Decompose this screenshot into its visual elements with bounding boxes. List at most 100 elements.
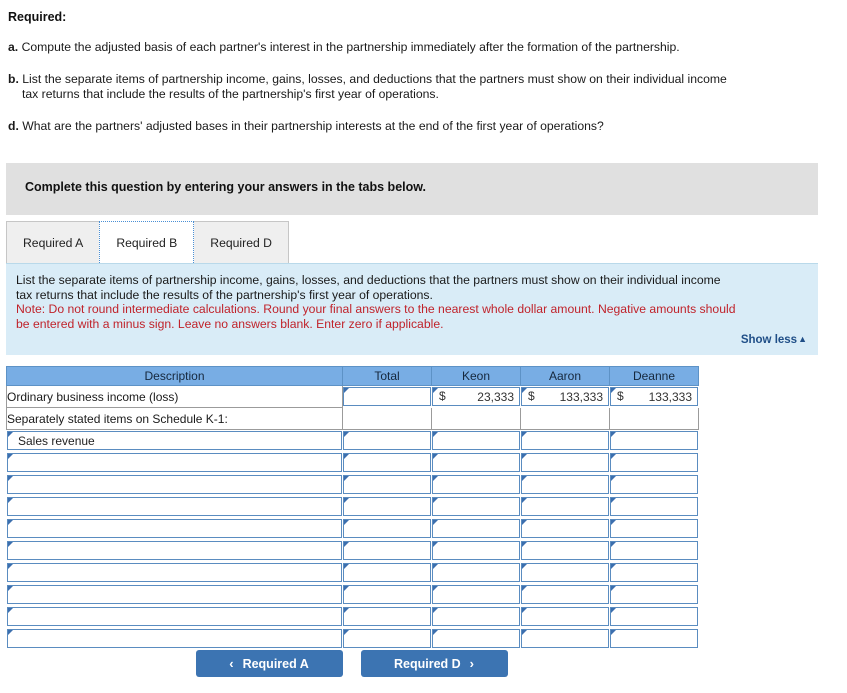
amount-input-total[interactable]: [343, 475, 431, 494]
row-description-input-cell[interactable]: [6, 627, 343, 650]
amount-cell-keon[interactable]: [431, 517, 521, 540]
description-input[interactable]: [7, 453, 342, 472]
amount-cell-keon[interactable]: [431, 429, 521, 452]
amount-cell-total[interactable]: [342, 583, 432, 606]
amount-input-aaron[interactable]: [521, 541, 609, 560]
amount-input-keon[interactable]: [432, 475, 520, 494]
row-description-input-cell[interactable]: [6, 583, 343, 606]
amount-input-aaron[interactable]: [521, 607, 609, 626]
amount-input-keon[interactable]: [432, 541, 520, 560]
description-input[interactable]: [7, 541, 342, 560]
amount-cell-deanne[interactable]: [609, 539, 699, 562]
amount-cell-total[interactable]: [342, 517, 432, 540]
row-description-input-cell[interactable]: [6, 495, 343, 518]
amount-cell-total[interactable]: [342, 561, 432, 584]
amount-cell-total[interactable]: [342, 473, 432, 496]
amount-cell-aaron[interactable]: [520, 561, 610, 584]
amount-input-aaron[interactable]: [521, 431, 609, 450]
row-description-input-cell[interactable]: [6, 451, 343, 474]
amount-input-keon[interactable]: [432, 563, 520, 582]
amount-input-aaron[interactable]: [521, 453, 609, 472]
amount-cell-keon[interactable]: [431, 473, 521, 496]
description-input[interactable]: [7, 607, 342, 626]
amount-cell-total[interactable]: [342, 539, 432, 562]
amount-input-keon[interactable]: $23,333: [432, 387, 520, 406]
amount-input-keon[interactable]: [432, 629, 520, 648]
amount-input-total[interactable]: [343, 541, 431, 560]
row-description-input-cell[interactable]: Sales revenue: [6, 429, 343, 452]
amount-cell-aaron[interactable]: [520, 517, 610, 540]
amount-cell-deanne[interactable]: $133,333: [609, 385, 699, 408]
row-description-input-cell[interactable]: [6, 605, 343, 628]
description-input[interactable]: [7, 497, 342, 516]
amount-cell-keon[interactable]: [431, 539, 521, 562]
amount-input-deanne[interactable]: [610, 519, 698, 538]
row-description-input-cell[interactable]: [6, 561, 343, 584]
amount-cell-keon[interactable]: [431, 605, 521, 628]
amount-input-aaron[interactable]: [521, 475, 609, 494]
amount-input-deanne[interactable]: $133,333: [610, 387, 698, 406]
amount-input-total[interactable]: [343, 607, 431, 626]
amount-cell-aaron[interactable]: $133,333: [520, 385, 610, 408]
amount-cell-aaron[interactable]: [520, 627, 610, 650]
amount-input-aaron[interactable]: [521, 629, 609, 648]
amount-cell-keon[interactable]: $23,333: [431, 385, 521, 408]
amount-cell-total[interactable]: [342, 627, 432, 650]
amount-input-deanne[interactable]: [610, 453, 698, 472]
amount-input-deanne[interactable]: [610, 431, 698, 450]
amount-cell-deanne[interactable]: [609, 495, 699, 518]
tab-required-d[interactable]: Required D: [193, 221, 289, 263]
tab-required-b[interactable]: Required B: [99, 221, 195, 263]
description-input[interactable]: [7, 563, 342, 582]
amount-input-aaron[interactable]: [521, 497, 609, 516]
amount-input-aaron[interactable]: $133,333: [521, 387, 609, 406]
row-description-input-cell[interactable]: [6, 539, 343, 562]
amount-cell-aaron[interactable]: [520, 583, 610, 606]
amount-cell-aaron[interactable]: [520, 429, 610, 452]
amount-input-total[interactable]: [343, 629, 431, 648]
amount-input-aaron[interactable]: [521, 585, 609, 604]
description-input[interactable]: [7, 475, 342, 494]
amount-input-deanne[interactable]: [610, 497, 698, 516]
amount-input-deanne[interactable]: [610, 541, 698, 560]
amount-cell-aaron[interactable]: [520, 539, 610, 562]
amount-input-keon[interactable]: [432, 453, 520, 472]
amount-input-keon[interactable]: [432, 431, 520, 450]
amount-cell-total[interactable]: [342, 429, 432, 452]
amount-input-keon[interactable]: [432, 585, 520, 604]
amount-input-aaron[interactable]: [521, 563, 609, 582]
show-less-link[interactable]: Show less▲: [741, 334, 807, 346]
amount-input-deanne[interactable]: [610, 585, 698, 604]
amount-input-deanne[interactable]: [610, 563, 698, 582]
amount-input-aaron[interactable]: [521, 519, 609, 538]
amount-input-total[interactable]: [343, 519, 431, 538]
amount-cell-deanne[interactable]: [609, 473, 699, 496]
amount-input-total[interactable]: [343, 563, 431, 582]
amount-cell-total[interactable]: [342, 605, 432, 628]
amount-cell-total[interactable]: [342, 495, 432, 518]
amount-cell-deanne[interactable]: [609, 429, 699, 452]
required-d-next-button[interactable]: Required D ›: [360, 650, 508, 677]
amount-input-total[interactable]: [343, 585, 431, 604]
amount-cell-keon[interactable]: [431, 451, 521, 474]
amount-cell-deanne[interactable]: [609, 561, 699, 584]
amount-cell-deanne[interactable]: [609, 605, 699, 628]
amount-input-keon[interactable]: [432, 497, 520, 516]
amount-cell-keon[interactable]: [431, 495, 521, 518]
amount-cell-aaron[interactable]: [520, 451, 610, 474]
tab-required-a[interactable]: Required A: [6, 221, 101, 263]
amount-input-total[interactable]: [343, 453, 431, 472]
description-input[interactable]: [7, 519, 342, 538]
amount-cell-aaron[interactable]: [520, 495, 610, 518]
description-input[interactable]: [7, 629, 342, 648]
amount-input-deanne[interactable]: [610, 607, 698, 626]
amount-cell-keon[interactable]: [431, 627, 521, 650]
amount-cell-deanne[interactable]: [609, 583, 699, 606]
row-description-input-cell[interactable]: [6, 517, 343, 540]
amount-cell-total[interactable]: [342, 451, 432, 474]
amount-cell-total[interactable]: [342, 385, 432, 408]
amount-cell-deanne[interactable]: [609, 627, 699, 650]
amount-input-keon[interactable]: [432, 519, 520, 538]
amount-cell-deanne[interactable]: [609, 451, 699, 474]
description-input[interactable]: [7, 585, 342, 604]
